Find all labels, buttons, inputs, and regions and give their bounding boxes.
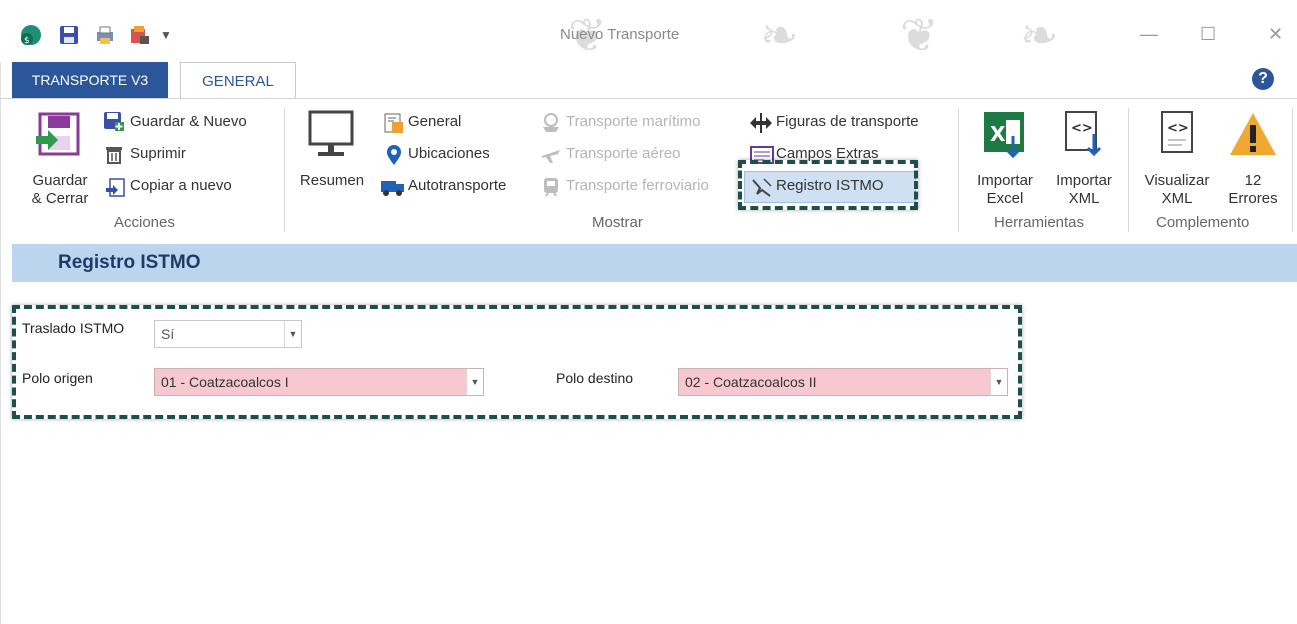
decoration-swirl: ❧ — [760, 8, 799, 62]
section-title: Registro ISTMO — [58, 252, 201, 273]
excel-import-icon: X — [980, 108, 1030, 165]
save-new-button[interactable]: Guardar & Nuevo — [130, 113, 247, 130]
copy-new-button[interactable]: Copiar a nuevo — [130, 177, 232, 194]
ribbon-separator — [284, 108, 285, 232]
tab-transporte-v3[interactable]: TRANSPORTE V3 — [12, 62, 168, 98]
group-label-acciones: Acciones — [114, 214, 175, 231]
maximize-icon[interactable]: ☐ — [1200, 24, 1216, 45]
save-close-button[interactable]: Guardar & Cerrar — [20, 172, 100, 208]
svg-text:$: $ — [24, 36, 30, 46]
save-close-icon — [34, 110, 82, 163]
general-icon — [382, 112, 404, 139]
istmo-button-callout — [738, 160, 918, 210]
xml-import-icon: <> — [1062, 108, 1106, 163]
summary-monitor-icon — [306, 110, 356, 165]
import-excel-button[interactable]: Importar Excel — [966, 172, 1044, 208]
trash-icon — [104, 144, 124, 169]
transport-figures-icon — [748, 112, 774, 139]
show-road-transport-button[interactable]: Autotransporte — [408, 177, 506, 194]
section-header: Registro ISTMO — [12, 244, 1297, 282]
help-icon[interactable]: ? — [1252, 68, 1274, 90]
airplane-icon — [540, 144, 562, 171]
svg-text:<>: <> — [1071, 121, 1093, 136]
customize-toolbar-icon[interactable]: ▼ — [160, 24, 182, 46]
minimize-icon[interactable]: — — [1140, 24, 1158, 45]
show-general-button[interactable]: General — [408, 113, 461, 130]
train-icon — [540, 176, 562, 203]
delete-button[interactable]: Suprimir — [130, 145, 186, 162]
svg-text:<>: <> — [1167, 121, 1189, 136]
ship-icon — [540, 112, 562, 139]
show-maritime-button[interactable]: Transporte marítimo — [566, 113, 700, 130]
close-icon[interactable]: ✕ — [1268, 24, 1283, 45]
save-icon[interactable] — [58, 24, 80, 46]
ribbon-separator — [1292, 108, 1293, 232]
decoration-swirl: ❦ — [900, 8, 939, 62]
print-icon[interactable] — [94, 24, 116, 46]
window-title: Nuevo Transporte — [560, 26, 680, 43]
show-transport-figures-button[interactable]: Figuras de transporte — [776, 113, 919, 130]
title-bar: $ ▼ ❦ ❧ ❦ ❧ Nuevo Transporte — ☐ ✕ — [0, 0, 1297, 62]
errors-button[interactable]: 12 Errores — [1220, 172, 1286, 208]
group-label-complemento: Complemento — [1156, 214, 1250, 231]
ribbon-divider — [0, 98, 1297, 99]
svg-text:X: X — [990, 122, 1006, 146]
form-callout — [12, 305, 1022, 419]
ribbon-separator — [1128, 108, 1129, 232]
export-icon[interactable] — [128, 24, 150, 46]
warning-icon — [1228, 110, 1278, 163]
save-new-icon — [102, 110, 124, 137]
ribbon-separator — [958, 108, 959, 232]
show-air-button[interactable]: Transporte aéreo — [566, 145, 681, 162]
tab-general[interactable]: GENERAL — [180, 62, 296, 99]
location-pin-icon — [384, 144, 404, 171]
view-xml-button[interactable]: Visualizar XML — [1138, 172, 1216, 208]
show-rail-button[interactable]: Transporte ferroviario — [566, 177, 736, 194]
view-xml-icon: <> — [1158, 108, 1198, 163]
window-left-edge — [0, 0, 1, 624]
summary-button[interactable]: Resumen — [294, 172, 370, 190]
app-logo-icon[interactable]: $ — [20, 24, 42, 46]
group-label-mostrar: Mostrar — [592, 214, 643, 231]
show-locations-button[interactable]: Ubicaciones — [408, 145, 490, 162]
import-xml-button[interactable]: Importar XML — [1046, 172, 1122, 208]
decoration-swirl: ❧ — [1020, 8, 1059, 62]
group-label-herramientas: Herramientas — [994, 214, 1085, 231]
truck-icon — [380, 177, 406, 202]
copy-new-icon — [104, 176, 126, 203]
